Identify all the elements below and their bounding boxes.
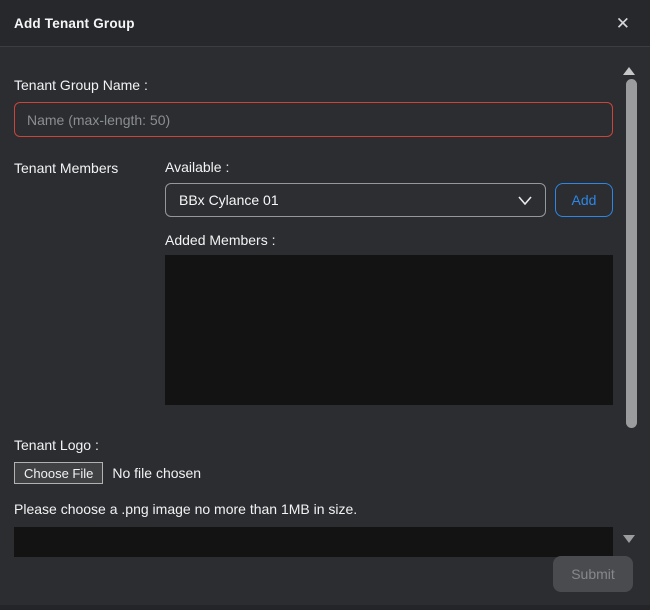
tenant-logo-section: Tenant Logo : Choose File No file chosen… (14, 437, 613, 557)
tenant-group-name-label: Tenant Group Name : (14, 77, 613, 93)
choose-file-button[interactable]: Choose File (14, 462, 103, 484)
chevron-down-icon (518, 196, 532, 205)
dialog-header: Add Tenant Group ✕ (0, 0, 650, 47)
available-label: Available : (165, 159, 613, 175)
dialog-bottom-edge (0, 605, 650, 610)
available-members-select[interactable]: BBx Cylance 01 (165, 183, 546, 217)
added-members-label: Added Members : (165, 232, 613, 248)
tenant-members-label: Tenant Members (14, 159, 165, 405)
submit-button[interactable]: Submit (553, 556, 633, 592)
tenant-members-row: Tenant Members Available : BBx Cylance 0… (14, 159, 613, 405)
add-tenant-group-dialog: Add Tenant Group ✕ Tenant Group Name : T… (0, 0, 650, 610)
scrollbar-thumb[interactable] (626, 79, 637, 428)
scroll-down-icon[interactable] (623, 535, 635, 543)
file-chosen-status: No file chosen (112, 465, 201, 481)
tenant-logo-label: Tenant Logo : (14, 437, 613, 453)
dialog-body: Tenant Group Name : Tenant Members Avail… (0, 47, 650, 557)
selected-member-value: BBx Cylance 01 (179, 192, 279, 208)
add-member-button[interactable]: Add (555, 183, 613, 217)
logo-hint-text: Please choose a .png image no more than … (14, 501, 613, 517)
added-members-list[interactable] (165, 255, 613, 405)
scroll-up-icon[interactable] (623, 67, 635, 75)
tenant-group-name-input[interactable] (14, 102, 613, 137)
tenant-members-controls: Available : BBx Cylance 01 Add Added Mem… (165, 159, 613, 405)
logo-preview (14, 527, 613, 557)
close-icon[interactable]: ✕ (612, 13, 634, 34)
dialog-title: Add Tenant Group (14, 16, 135, 31)
logo-file-input: Choose File No file chosen (14, 462, 613, 484)
available-select-row: BBx Cylance 01 Add (165, 183, 613, 217)
